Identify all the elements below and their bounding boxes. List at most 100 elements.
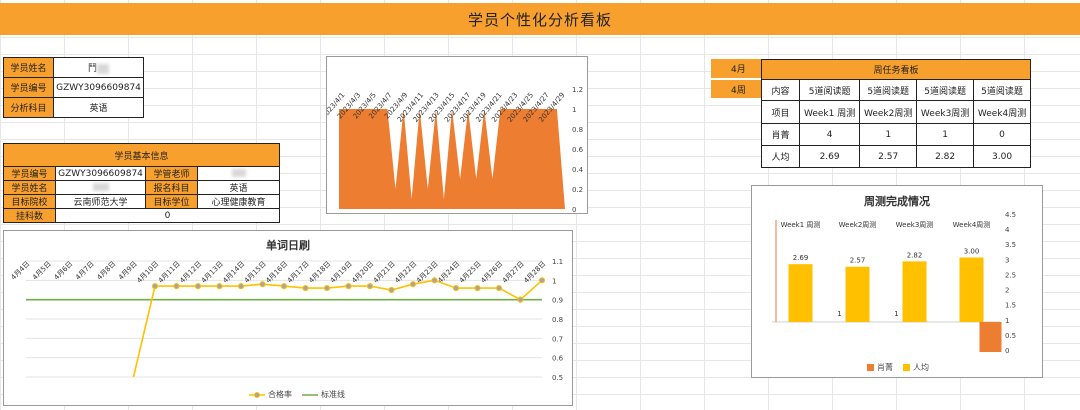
pass-rate-point (538, 277, 546, 284)
pass-rate-point (409, 281, 417, 288)
table-cell: 2.57 (859, 145, 918, 168)
pass-rate-point (216, 283, 223, 290)
pass-rate-point (259, 281, 266, 288)
avg-data-label: 2.69 (793, 254, 809, 262)
legend-label: 人均 (913, 363, 929, 372)
table-cell: 5道阅读题 (798, 79, 861, 101)
y-tick-label: 4.5 (1005, 211, 1016, 219)
label-target-school: 目标院校 (3, 194, 56, 209)
line-chart-svg: 1.1 1 0.9 0.8 0.7 0.6 0.5 4月4日 4月5日 4月6日 4月7日 4月8日 4… (10, 258, 564, 382)
month-label: 4月 (711, 59, 761, 78)
x-tick-label: 4月26日 (479, 260, 504, 285)
pass-rate-point (151, 283, 159, 290)
value-subject: 英语 (197, 180, 280, 195)
weekly-board-title: 周任务看板 (761, 59, 1031, 80)
x-tick-label: 4月8日 (96, 260, 118, 282)
table-cell: 3.00 (973, 145, 1031, 168)
x-tick-label: 4月5日 (31, 260, 53, 282)
y-tick-label: 0.6 (552, 355, 564, 363)
y-tick-label: 0.8 (572, 126, 583, 134)
x-tick-label: 4月19日 (329, 260, 354, 285)
bar-chart-svg: 4.5 4 3.5 3 2.5 2 1.5 1 0.5 0 Week1 周测 2.69 Week2周测 2… (772, 211, 1016, 355)
pass-rate-point (474, 284, 481, 292)
x-tick-label: 4月10日 (135, 260, 160, 285)
value-target-degree: 心理健康教育 (197, 194, 280, 209)
value-student-id: GZWY3096609874 (55, 166, 146, 181)
avg-bar (845, 266, 870, 322)
y-tick-label: 1 (552, 277, 556, 285)
avg-bar (959, 257, 984, 322)
legend-standard-marker (302, 393, 318, 396)
table-cell: 5道阅读题 (859, 79, 918, 101)
x-tick-label: 4月17日 (286, 260, 311, 285)
row-label: 人均 (761, 145, 800, 168)
row-label: 内容 (761, 79, 800, 101)
x-tick-label: Week1 周测 (781, 221, 821, 229)
y-tick-label: 0.5 (552, 374, 563, 382)
pass-rate-point (452, 284, 460, 292)
table-cell: 1 (916, 123, 975, 146)
label-student-id: 学员编号 (3, 166, 56, 181)
y-tick-label: 0 (1005, 347, 1009, 355)
value-target-school: 云南师范大学 (55, 194, 146, 209)
summary-label: 学员编号 (3, 77, 54, 98)
student-summary-table: 学员姓名 鬥 学员编号 GZWY3096609874 分析科目 英语 (3, 57, 144, 118)
value-fail-count: 0 (55, 208, 280, 223)
x-tick-label: 4月27日 (501, 260, 526, 285)
weekly-test-bar-chart[interactable]: 周测完成情况 4.5 4 3.5 3 2.5 2 1.5 1 0.5 0 Week1 周测 2.69 W… (751, 185, 1043, 378)
x-tick-label: 4月6日 (53, 260, 75, 282)
table-cell: 2.69 (798, 145, 861, 168)
x-tick-label: Week3周测 (896, 221, 934, 229)
value-teacher (197, 166, 280, 181)
table-cell: 5道阅读题 (973, 79, 1031, 101)
y-tick-label: 3.5 (1005, 241, 1016, 249)
y-tick-label: 0.2 (572, 186, 583, 194)
x-tick-label: 4月7日 (74, 260, 96, 282)
legend-item: 标准线 (302, 389, 345, 400)
pass-rate-point (495, 284, 503, 292)
avg-data-label: 3.00 (964, 248, 980, 256)
pass-rate-point (388, 286, 395, 294)
x-tick-label: 4月20日 (350, 260, 375, 285)
legend-swatch-icon (903, 364, 910, 371)
summary-label: 分析科目 (3, 97, 54, 118)
table-cell: 5道阅读题 (916, 79, 975, 101)
table-cell: 1 (859, 123, 918, 146)
word-daily-line-chart[interactable]: 单词日刷 1.1 1 0.9 0.8 0.7 0.6 0.5 4月4日 4月5日 4月6日 4月7日… (3, 230, 573, 406)
daily-area-chart[interactable]: 1.2 1 0.8 0.6 0.4 0.2 0 2023/4/1 2023/4/3 2023/4/… (320, 56, 588, 214)
legend-label: 标准线 (321, 390, 345, 399)
table-cell: Week2周测 (859, 100, 918, 124)
pass-rate-point (345, 283, 352, 290)
pass-rate-point (173, 283, 180, 290)
avg-bar (902, 261, 927, 322)
pass-rate-point (237, 283, 245, 290)
area-series (339, 109, 565, 209)
row-label: 肖菁 (761, 123, 800, 146)
avg-bar (788, 264, 813, 322)
legend-item: 人均 (903, 362, 929, 373)
y-tick-label: 0.6 (572, 146, 584, 154)
y-tick-label: 1.2 (572, 86, 583, 94)
y-tick-label: 4 (1005, 226, 1010, 234)
y-tick-label: 2.5 (1005, 271, 1016, 279)
x-tick-label: 4月12日 (178, 260, 203, 285)
x-tick-label: 4月21日 (372, 260, 397, 285)
legend-item: 合格率 (249, 389, 292, 400)
x-tick-label: 4月15日 (243, 260, 268, 285)
x-tick-label: 4月25日 (458, 260, 483, 285)
label-fail-count: 挂科数 (3, 208, 56, 223)
pass-rate-point (366, 283, 374, 290)
xiaojing-data-label: 1 (837, 310, 841, 318)
label-teacher: 学管老师 (145, 166, 198, 181)
y-tick-label: 1 (572, 106, 576, 114)
x-tick-label: Week2周测 (839, 221, 877, 229)
table-cell: 2.82 (916, 145, 975, 168)
basic-info-table: 学员基本信息 学员编号 GZWY3096609874 学管老师 学员姓名 报名科… (3, 143, 280, 223)
x-tick-label: Week4周测 (953, 221, 991, 229)
pass-rate-point (302, 284, 309, 292)
summary-value: 英语 (53, 97, 144, 118)
y-tick-label: 3 (1005, 256, 1009, 264)
summary-value: 鬥 (53, 57, 144, 78)
legend-label: 肖菁 (877, 363, 893, 372)
table-cell: Week3周测 (916, 100, 975, 124)
